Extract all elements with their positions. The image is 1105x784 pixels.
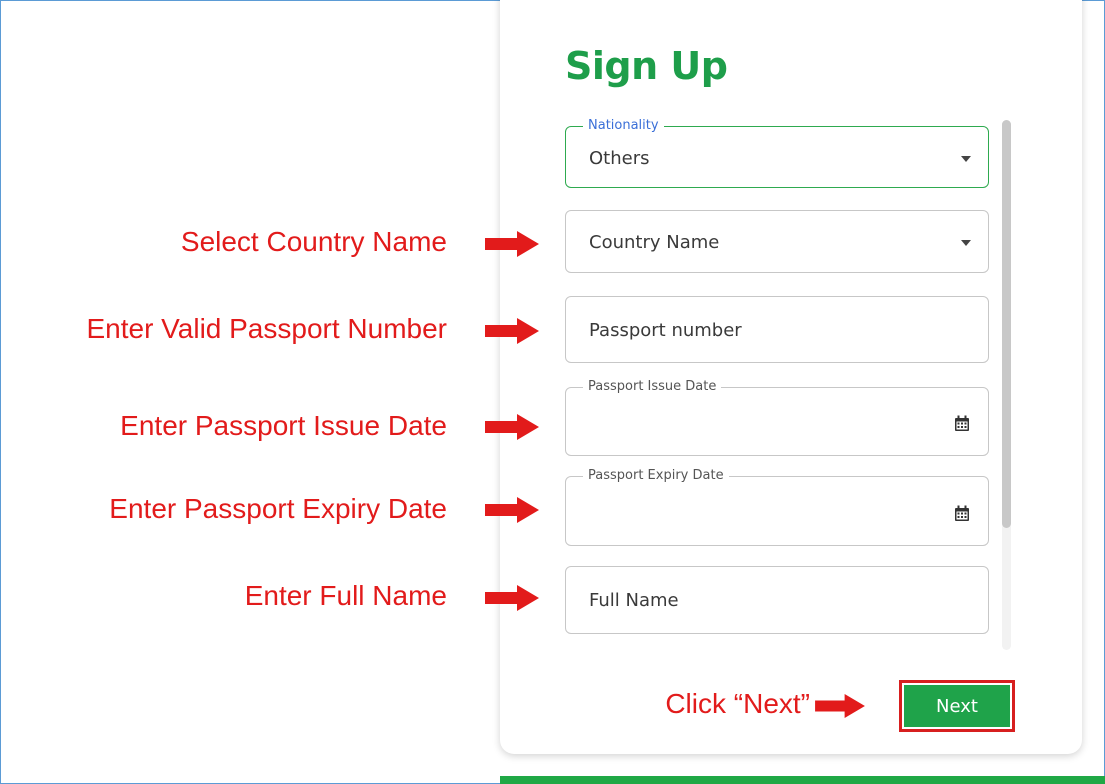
annotation-expiry-date: Enter Passport Expiry Date — [109, 493, 447, 524]
full-name-input[interactable]: Full Name — [565, 566, 989, 634]
arrow-right-icon — [485, 414, 539, 440]
annotation-passport-number: Enter Valid Passport Number — [86, 313, 447, 344]
footer-bar — [500, 776, 1105, 784]
passport-number-input[interactable]: Passport number — [565, 296, 989, 363]
passport-issue-date-input[interactable]: Passport Issue Date — [565, 379, 989, 456]
calendar-icon[interactable] — [954, 505, 970, 522]
signup-card — [500, 0, 1082, 754]
nationality-label: Nationality — [583, 118, 664, 134]
calendar-icon[interactable] — [954, 415, 970, 432]
annotation-next: Click “Next” — [665, 688, 810, 719]
scrollbar-thumb[interactable] — [1002, 120, 1011, 528]
next-button-label: Next — [904, 685, 1010, 727]
chevron-down-icon[interactable] — [961, 156, 971, 162]
country-select[interactable]: Country Name — [565, 210, 989, 273]
arrow-right-icon — [485, 318, 539, 344]
annotation-issue-date: Enter Passport Issue Date — [120, 410, 447, 441]
passport-number-placeholder: Passport number — [589, 320, 742, 341]
arrow-right-icon — [815, 694, 865, 718]
country-placeholder: Country Name — [589, 232, 720, 253]
nationality-select[interactable]: Nationality Others — [565, 118, 989, 188]
arrow-right-icon — [485, 585, 539, 611]
arrow-right-icon — [485, 231, 539, 257]
annotation-country: Select Country Name — [180, 226, 447, 257]
next-button[interactable]: Next — [899, 680, 1015, 732]
passport-issue-date-label: Passport Issue Date — [583, 379, 722, 395]
chevron-down-icon[interactable] — [961, 240, 971, 246]
passport-expiry-date-label: Passport Expiry Date — [583, 468, 729, 484]
nationality-value: Others — [589, 148, 650, 169]
full-name-placeholder: Full Name — [589, 590, 679, 611]
passport-expiry-date-input[interactable]: Passport Expiry Date — [565, 468, 989, 546]
annotation-full-name: Enter Full Name — [244, 580, 447, 611]
arrow-right-icon — [485, 497, 539, 523]
page-title: Sign Up — [565, 44, 728, 88]
